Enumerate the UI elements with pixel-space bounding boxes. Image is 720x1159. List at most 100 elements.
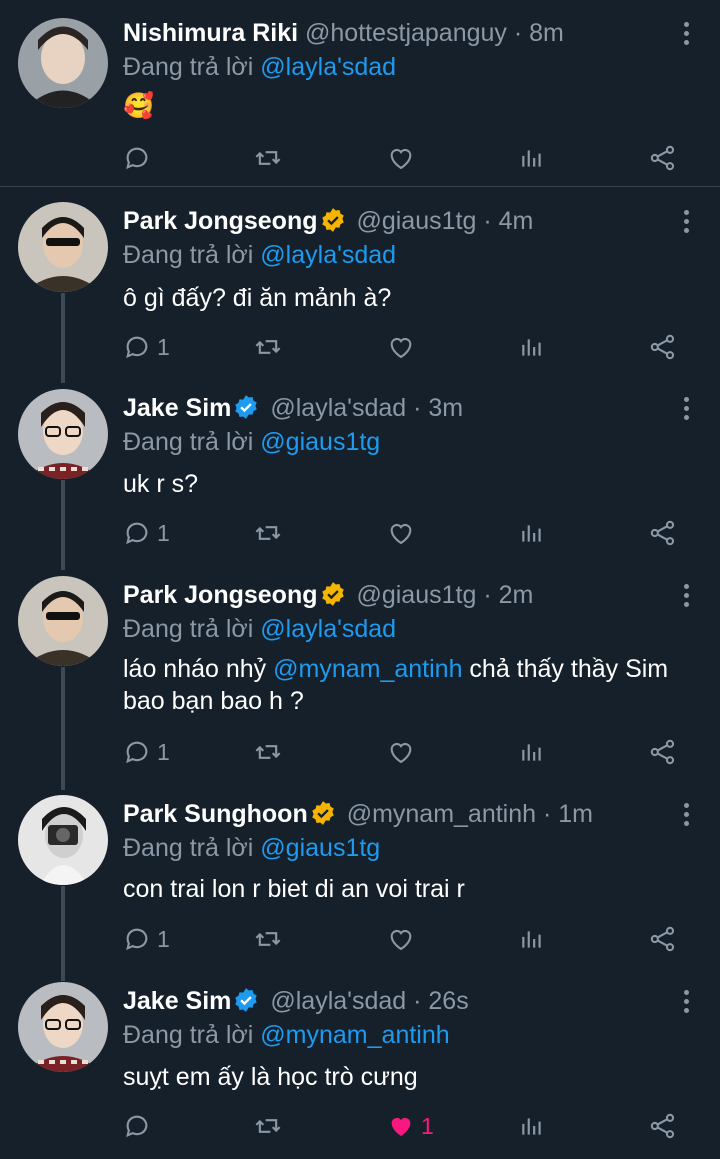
reply-mention[interactable]: @giaus1tg	[260, 428, 380, 456]
reply-icon[interactable]: 1	[123, 922, 170, 956]
user-handle[interactable]: @giaus1tg	[356, 207, 476, 235]
thread-line	[61, 480, 65, 570]
analytics-icon[interactable]	[519, 141, 545, 175]
tweet-header: Park Sunghoon @mynam_antinh · 1m	[123, 797, 660, 835]
verified-badge-icon	[233, 394, 259, 429]
thread-line	[61, 886, 65, 981]
more-icon[interactable]	[684, 210, 692, 237]
avatar[interactable]	[18, 389, 108, 479]
user-handle[interactable]: @giaus1tg	[356, 581, 476, 609]
tweet-actions: 1	[123, 516, 683, 550]
retweet-icon[interactable]	[253, 141, 283, 175]
reply-prefix: Đang trả lời	[123, 428, 254, 456]
reply-prefix: Đang trả lời	[123, 241, 254, 269]
tweet-text: con trai lon r biet di an voi trai r	[123, 875, 465, 903]
tweet-header: Jake Sim @layla'sdad · 26s	[123, 984, 660, 1022]
tweet[interactable]: Park Jongseong @giaus1tg · 2m Đang trả l…	[0, 562, 720, 790]
tweet-actions: 1	[123, 330, 683, 364]
timestamp: · 1m	[543, 800, 593, 828]
user-handle[interactable]: @hottestjapanguy	[305, 19, 507, 47]
tweet[interactable]: Jake Sim @layla'sdad · 26s Đang trả lời …	[0, 968, 720, 1159]
reply-mention[interactable]: @layla'sdad	[260, 615, 396, 643]
like-icon[interactable]	[387, 330, 415, 364]
retweet-icon[interactable]	[253, 330, 283, 364]
tweet[interactable]: Park Sunghoon @mynam_antinh · 1m Đang tr…	[0, 781, 720, 981]
tweet-text: suỵt em ấy là học trò cưng	[123, 1063, 418, 1091]
tweet[interactable]: Park Jongseong @giaus1tg · 4m Đang trả l…	[0, 188, 720, 383]
more-icon[interactable]	[684, 22, 692, 49]
user-name[interactable]: Nishimura Riki	[123, 19, 298, 47]
retweet-icon[interactable]	[253, 1109, 283, 1143]
reply-mention[interactable]: @layla'sdad	[260, 241, 396, 269]
like-icon[interactable]	[387, 516, 415, 550]
tweet[interactable]: Jake Sim @layla'sdad · 3m Đang trả lời @…	[0, 375, 720, 570]
like-icon[interactable]: 1	[387, 1109, 434, 1143]
retweet-icon[interactable]	[253, 516, 283, 550]
tweet-text: ô gì đấy? đi ăn mảnh à?	[123, 284, 392, 312]
replying-to: Đang trả lời @giaus1tg	[123, 425, 380, 459]
avatar[interactable]	[18, 576, 108, 666]
share-icon[interactable]	[649, 516, 677, 550]
tweet-header: Park Jongseong @giaus1tg · 4m	[123, 204, 660, 242]
text-mention[interactable]: @mynam_antinh	[273, 655, 462, 683]
user-handle[interactable]: @layla'sdad	[270, 394, 406, 422]
more-icon[interactable]	[684, 397, 692, 424]
more-icon[interactable]	[684, 584, 692, 611]
avatar[interactable]	[18, 202, 108, 292]
like-icon[interactable]	[387, 735, 415, 769]
share-icon[interactable]	[649, 1109, 677, 1143]
retweet-icon[interactable]	[253, 735, 283, 769]
replying-to: Đang trả lời @layla'sdad	[123, 238, 396, 272]
tweet-header: Jake Sim @layla'sdad · 3m	[123, 391, 660, 429]
like-icon[interactable]	[387, 141, 415, 175]
user-name[interactable]: Jake Sim	[123, 987, 231, 1015]
reply-icon[interactable]: 1	[123, 516, 170, 550]
reply-count: 1	[157, 925, 170, 952]
tweet-actions: 1	[123, 735, 683, 769]
retweet-icon[interactable]	[253, 922, 283, 956]
more-icon[interactable]	[684, 803, 692, 830]
user-name[interactable]: Park Jongseong	[123, 581, 318, 609]
user-name[interactable]: Park Sunghoon	[123, 800, 308, 828]
user-name[interactable]: Jake Sim	[123, 394, 231, 422]
tweet-text: láo nháo nhỷ @mynam_antinh chả thấy thầy…	[123, 653, 680, 717]
verified-badge-icon	[310, 800, 336, 835]
thread-line	[61, 667, 65, 790]
reply-prefix: Đang trả lời	[123, 615, 254, 643]
like-icon[interactable]	[387, 922, 415, 956]
tweet[interactable]: Nishimura Riki @hottestjapanguy · 8m Đan…	[0, 0, 720, 187]
timestamp: · 2m	[483, 581, 534, 609]
analytics-icon[interactable]	[519, 330, 545, 364]
more-icon[interactable]	[684, 990, 692, 1017]
reply-icon[interactable]	[123, 141, 151, 175]
tweet-actions: 1	[123, 1109, 683, 1143]
reply-mention[interactable]: @mynam_antinh	[260, 1021, 449, 1049]
analytics-icon[interactable]	[519, 516, 545, 550]
reply-icon[interactable]: 1	[123, 330, 170, 364]
analytics-icon[interactable]	[519, 735, 545, 769]
user-handle[interactable]: @layla'sdad	[270, 987, 406, 1015]
reply-count: 1	[157, 519, 170, 546]
timestamp: · 4m	[483, 207, 534, 235]
user-name[interactable]: Park Jongseong	[123, 207, 318, 235]
avatar[interactable]	[18, 18, 108, 108]
reply-mention[interactable]: @giaus1tg	[260, 834, 380, 862]
avatar[interactable]	[18, 795, 108, 885]
reply-icon[interactable]: 1	[123, 735, 170, 769]
reply-mention[interactable]: @layla'sdad	[260, 53, 396, 81]
replying-to: Đang trả lời @layla'sdad	[123, 612, 396, 646]
reply-icon[interactable]	[123, 1109, 151, 1143]
timestamp: · 3m	[413, 394, 464, 422]
analytics-icon[interactable]	[519, 1109, 545, 1143]
user-handle[interactable]: @mynam_antinh	[347, 800, 536, 828]
share-icon[interactable]	[649, 141, 677, 175]
divider	[0, 186, 720, 187]
share-icon[interactable]	[649, 330, 677, 364]
share-icon[interactable]	[649, 922, 677, 956]
share-icon[interactable]	[649, 735, 677, 769]
tweet-text: uk r s?	[123, 470, 199, 498]
reply-count: 1	[157, 738, 170, 765]
tweet-text: 🥰	[123, 92, 155, 120]
analytics-icon[interactable]	[519, 922, 545, 956]
avatar[interactable]	[18, 982, 108, 1072]
